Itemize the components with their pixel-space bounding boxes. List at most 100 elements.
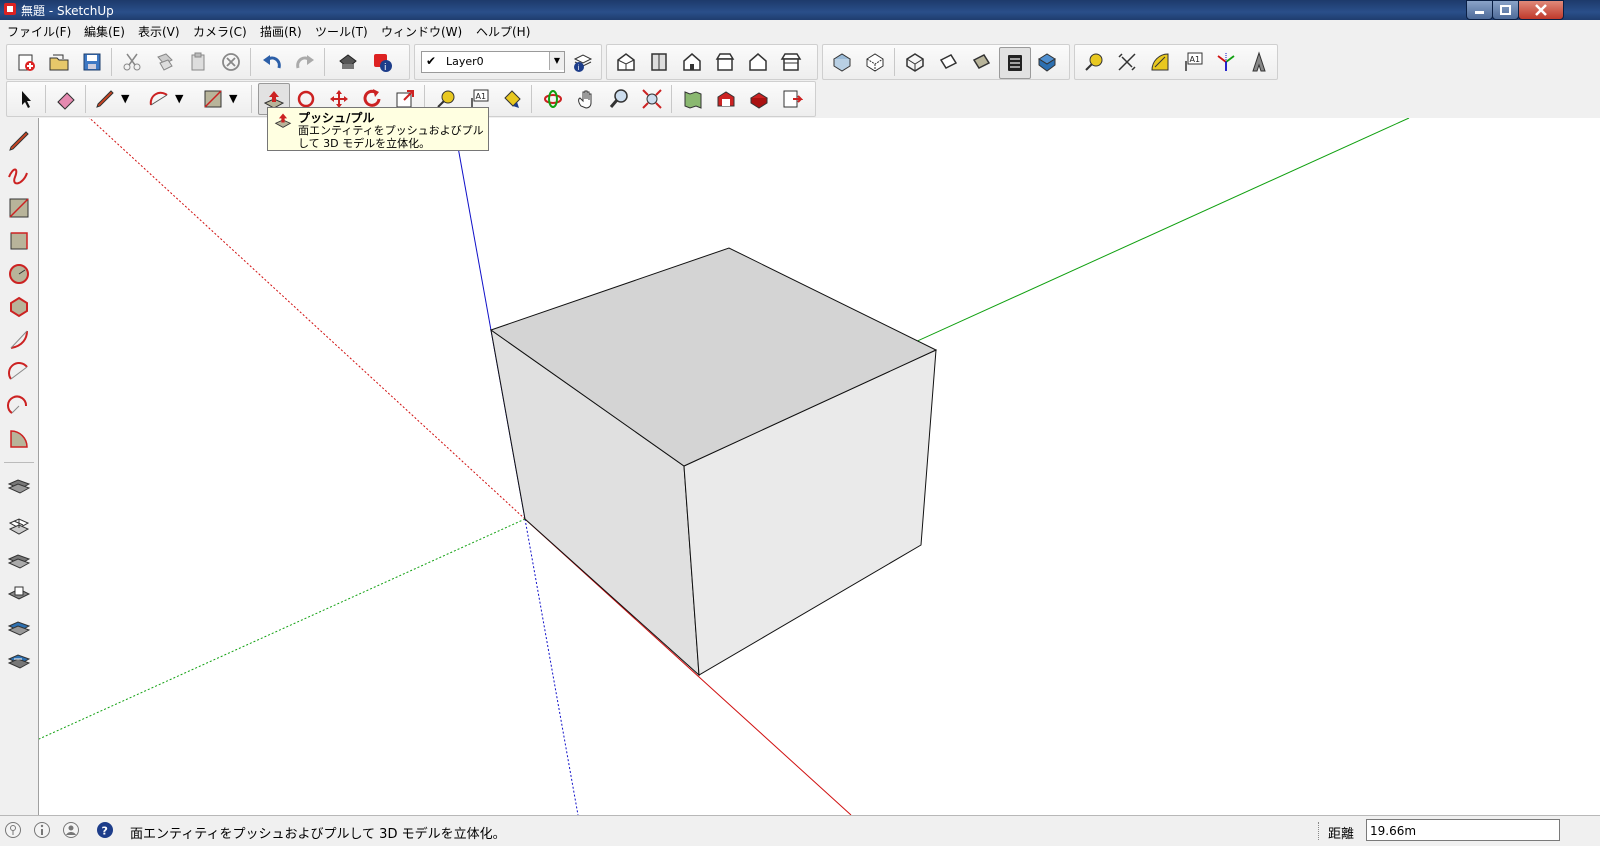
menu-window[interactable]: ウィンドウ(W): [381, 23, 462, 40]
geo-location-icon[interactable]: [4, 821, 22, 839]
layer-select[interactable]: ✔ Layer0 ▼: [421, 51, 565, 73]
rectangle-side-button[interactable]: [4, 193, 34, 223]
back-edges-icon: [866, 53, 884, 72]
status-bar: ? 面エンティティをプッシュおよびプルして 3D モデルを立体化。 距離 19.…: [0, 815, 1600, 846]
pan-button[interactable]: [571, 84, 601, 114]
close-button[interactable]: [1518, 0, 1564, 20]
eraser-button[interactable]: [51, 84, 81, 114]
orbit-button[interactable]: [538, 84, 568, 114]
left-view-button[interactable]: [776, 47, 806, 77]
rectangle-button[interactable]: [198, 84, 228, 114]
pencil-dropdown-chevron-icon[interactable]: ▼: [121, 92, 129, 105]
arc-side-button[interactable]: [4, 325, 34, 355]
pencil-button[interactable]: [90, 84, 120, 114]
circle-button[interactable]: [4, 259, 34, 289]
viewport-canvas[interactable]: [38, 99, 1600, 816]
menu-file[interactable]: ファイル(F): [7, 23, 71, 40]
layer-manager-button[interactable]: i: [567, 47, 597, 77]
front-view-button[interactable]: [677, 47, 707, 77]
restore-icon: [1500, 5, 1511, 15]
right-view-button[interactable]: [710, 47, 740, 77]
copy-button[interactable]: [150, 47, 180, 77]
dimension-button[interactable]: [1112, 47, 1142, 77]
xray-button[interactable]: [827, 47, 857, 77]
smoove-button[interactable]: [4, 546, 34, 576]
select-button[interactable]: [11, 84, 41, 114]
undo-button[interactable]: [257, 47, 287, 77]
line-button[interactable]: [4, 126, 34, 156]
redo-button[interactable]: [290, 47, 320, 77]
erase-button[interactable]: [216, 47, 246, 77]
credits-icon[interactable]: [33, 821, 51, 839]
zoom-extents-button[interactable]: [637, 84, 667, 114]
status-message: 面エンティティをプッシュおよびプルして 3D モデルを立体化。: [130, 827, 506, 842]
menu-help[interactable]: ヘルプ(H): [476, 23, 530, 40]
rectangle-icon: [9, 198, 29, 218]
back-edges-button[interactable]: [860, 47, 890, 77]
paste-button[interactable]: [183, 47, 213, 77]
two-point-arc-button[interactable]: [4, 358, 34, 388]
left-toolbar: [0, 118, 39, 815]
erase-icon: [222, 53, 240, 71]
model-info-button[interactable]: i: [367, 47, 397, 77]
print-button[interactable]: [333, 47, 363, 77]
three-point-arc-button[interactable]: [4, 391, 34, 421]
rectangle-dropdown-chevron-icon[interactable]: ▼: [229, 92, 237, 105]
axes-button[interactable]: [1211, 47, 1241, 77]
menu-edit[interactable]: 編集(E): [84, 23, 125, 40]
monochrome-button[interactable]: [1032, 47, 1062, 77]
stamp-button[interactable]: [4, 579, 34, 609]
map-button[interactable]: [678, 84, 708, 114]
top-view-button[interactable]: [644, 47, 674, 77]
polygon-button[interactable]: [4, 292, 34, 322]
iso-view-button[interactable]: [611, 47, 641, 77]
maximize-button[interactable]: [1492, 0, 1519, 20]
drape-button[interactable]: [4, 613, 34, 643]
tape-measure-button[interactable]: [1079, 47, 1109, 77]
wireframe-button[interactable]: [900, 47, 930, 77]
extensions-button[interactable]: [777, 84, 807, 114]
new-button[interactable]: [11, 47, 41, 77]
shaded-with-textures-button[interactable]: [999, 47, 1031, 79]
save-button[interactable]: [77, 47, 107, 77]
two-point-arc-icon: [8, 362, 28, 380]
menu-view[interactable]: 表示(V): [138, 23, 180, 40]
back-view-button[interactable]: [743, 47, 773, 77]
cut-button[interactable]: [117, 47, 147, 77]
minimize-button[interactable]: [1466, 0, 1493, 20]
arc-button[interactable]: [144, 84, 174, 114]
menu-tools[interactable]: ツール(T): [315, 23, 368, 40]
user-account-icon[interactable]: [62, 821, 80, 839]
rotated-rectangle-button[interactable]: [4, 226, 34, 256]
menu-draw[interactable]: 描画(R): [260, 23, 302, 40]
chevron-down-icon[interactable]: ▼: [549, 52, 564, 70]
right-view-icon: [715, 53, 735, 71]
protractor-button[interactable]: [1145, 47, 1175, 77]
arc-dropdown-chevron-icon[interactable]: ▼: [175, 92, 183, 105]
add-detail-button[interactable]: [4, 646, 34, 676]
sandbox-from-contours-button[interactable]: [4, 471, 34, 501]
sandbox-from-scratch-button[interactable]: [4, 512, 34, 542]
model-viewport[interactable]: [38, 99, 1600, 816]
measurements-input[interactable]: 19.66m: [1366, 819, 1560, 841]
pencil-icon: [96, 90, 114, 108]
tape-measure-icon: [1085, 53, 1103, 71]
paint-bucket-button[interactable]: [497, 84, 527, 114]
shaded-button[interactable]: [966, 47, 996, 77]
open-button[interactable]: [44, 47, 74, 77]
zoom-button[interactable]: [604, 84, 634, 114]
3d-text-icon: [1252, 51, 1266, 72]
pie-button[interactable]: [4, 424, 34, 454]
zoom-extents-icon: [642, 89, 662, 109]
add-detail-icon: [7, 654, 31, 669]
hidden-line-button[interactable]: [933, 47, 963, 77]
3d-text-button[interactable]: [1244, 47, 1274, 77]
help-icon[interactable]: ?: [96, 821, 114, 839]
warehouse-button[interactable]: [711, 84, 741, 114]
menu-camera[interactable]: カメラ(C): [193, 23, 247, 40]
close-icon: [1535, 4, 1547, 16]
textured-icon: [1008, 55, 1022, 71]
text-button[interactable]: A1: [1178, 47, 1208, 77]
components-button[interactable]: [744, 84, 774, 114]
freehand-button[interactable]: [4, 160, 34, 190]
